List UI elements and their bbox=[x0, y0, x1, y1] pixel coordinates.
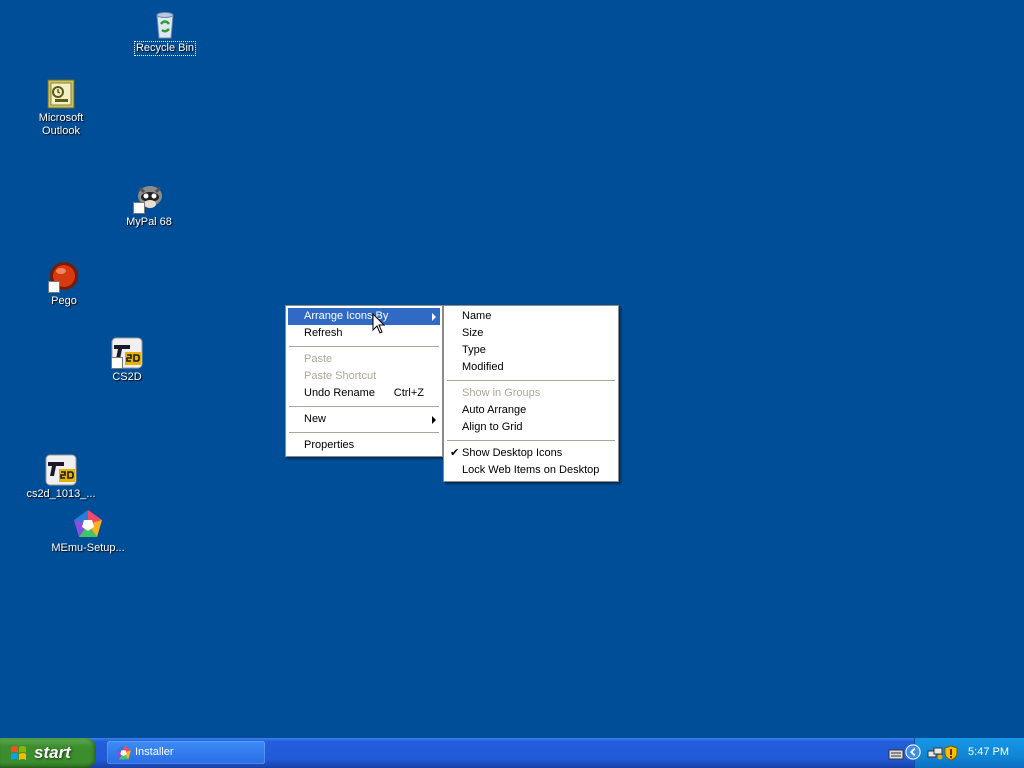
submenu-item-modified[interactable]: Modified bbox=[446, 359, 616, 376]
menu-item-label: Type bbox=[462, 344, 486, 356]
menu-separator bbox=[289, 406, 439, 407]
submenu-item-name[interactable]: Name bbox=[446, 308, 616, 325]
security-shield-icon[interactable] bbox=[943, 745, 959, 761]
menu-item-label: Show Desktop Icons bbox=[462, 447, 563, 459]
arrange-icons-submenu: Name Size Type Modified Show in Groups A… bbox=[443, 305, 619, 482]
menu-separator bbox=[447, 380, 615, 381]
checkmark-icon: ✔ bbox=[450, 447, 460, 459]
desktop-context-menu: Arrange Icons By Refresh Paste Paste Sho… bbox=[285, 305, 443, 457]
desktop-icon-label: MyPal 68 bbox=[126, 216, 172, 228]
keyboard-icon[interactable] bbox=[888, 746, 904, 762]
shortcut-arrow-icon bbox=[133, 202, 145, 214]
menu-item-undo-rename[interactable]: Undo Rename Ctrl+Z bbox=[288, 385, 440, 402]
desktop-icon-cs2d[interactable]: CS2D bbox=[89, 337, 165, 384]
memu-icon bbox=[72, 508, 104, 540]
taskbar-button-label: Installer bbox=[135, 746, 174, 758]
desktop-icon-label: Microsoft Outlook bbox=[38, 112, 84, 137]
desktop-icon-memu-setup[interactable]: MEmu-Setup... bbox=[50, 508, 126, 555]
menu-item-label: New bbox=[304, 413, 327, 425]
menu-item-shortcut: Ctrl+Z bbox=[393, 387, 424, 399]
submenu-item-size[interactable]: Size bbox=[446, 325, 616, 342]
desktop-icon-pego[interactable]: Pego bbox=[26, 261, 102, 308]
submenu-arrow-icon bbox=[432, 313, 436, 321]
menu-item-properties[interactable]: Properties bbox=[288, 437, 440, 454]
desktop-icon-label: MEmu-Setup... bbox=[51, 542, 125, 554]
menu-separator bbox=[289, 346, 439, 347]
desktop-icon-label: Recycle Bin bbox=[133, 41, 197, 56]
windows-logo-icon bbox=[11, 746, 26, 760]
desktop[interactable]: Recycle Bin Microsoft Outlook MyPal 68 P… bbox=[0, 0, 1024, 738]
submenu-item-lock-web-items[interactable]: Lock Web Items on Desktop bbox=[446, 462, 616, 479]
desktop-icon-cs2d-setup[interactable]: cs2d_1013_... bbox=[23, 454, 99, 501]
menu-item-label: Modified bbox=[462, 361, 504, 373]
expand-tray-icon[interactable] bbox=[905, 744, 921, 760]
start-button[interactable]: start bbox=[0, 738, 96, 768]
menu-item-label: Lock Web Items on Desktop bbox=[462, 464, 600, 476]
taskbar: start Installer 5:47 PM bbox=[0, 738, 1024, 768]
pego-icon bbox=[48, 261, 80, 293]
submenu-item-auto-arrange[interactable]: Auto Arrange bbox=[446, 402, 616, 419]
clock[interactable]: 5:47 PM bbox=[968, 746, 1009, 758]
mouse-cursor-icon bbox=[372, 313, 386, 334]
menu-item-label: Undo Rename bbox=[304, 387, 375, 399]
menu-item-label: Paste bbox=[304, 353, 333, 365]
desktop-icon-label: cs2d_1013_... bbox=[26, 488, 96, 500]
menu-item-paste: Paste bbox=[288, 351, 440, 368]
menu-item-label: Paste Shortcut bbox=[304, 370, 377, 382]
submenu-arrow-icon bbox=[432, 416, 436, 424]
submenu-item-align-to-grid[interactable]: Align to Grid bbox=[446, 419, 616, 436]
desktop-icon-label: CS2D bbox=[112, 371, 142, 383]
menu-item-label: Properties bbox=[304, 439, 355, 451]
system-tray: 5:47 PM bbox=[905, 738, 1024, 768]
menu-item-arrange-icons-by[interactable]: Arrange Icons By bbox=[288, 308, 440, 325]
submenu-item-show-desktop-icons[interactable]: ✔ Show Desktop Icons bbox=[446, 445, 616, 462]
shortcut-arrow-icon bbox=[48, 281, 60, 293]
menu-separator bbox=[289, 432, 439, 433]
mypal-icon bbox=[133, 182, 165, 214]
menu-item-label: Name bbox=[462, 310, 492, 322]
menu-separator bbox=[447, 440, 615, 441]
submenu-item-show-in-groups: Show in Groups bbox=[446, 385, 616, 402]
menu-item-label: Show in Groups bbox=[462, 387, 541, 399]
shortcut-arrow-icon bbox=[111, 357, 123, 369]
desktop-icon-recycle-bin[interactable]: Recycle Bin bbox=[127, 8, 203, 56]
network-icon[interactable] bbox=[927, 745, 943, 761]
start-label: start bbox=[34, 743, 71, 762]
menu-item-refresh[interactable]: Refresh bbox=[288, 325, 440, 342]
cs2d-icon bbox=[111, 337, 143, 369]
installer-icon bbox=[116, 745, 131, 760]
menu-item-paste-shortcut: Paste Shortcut bbox=[288, 368, 440, 385]
desktop-icon-label: Pego bbox=[51, 295, 77, 307]
cs2d-icon bbox=[45, 454, 77, 486]
menu-item-label: Size bbox=[462, 327, 484, 339]
menu-item-new[interactable]: New bbox=[288, 411, 440, 428]
menu-item-label: Refresh bbox=[304, 327, 343, 339]
submenu-item-type[interactable]: Type bbox=[446, 342, 616, 359]
recycle-bin-icon bbox=[149, 8, 181, 40]
outlook-icon bbox=[45, 78, 77, 110]
menu-item-label: Auto Arrange bbox=[462, 404, 527, 416]
taskbar-button-installer[interactable]: Installer bbox=[107, 741, 265, 764]
desktop-icon-outlook[interactable]: Microsoft Outlook bbox=[23, 78, 99, 138]
menu-item-label: Align to Grid bbox=[462, 421, 523, 433]
desktop-icon-mypal[interactable]: MyPal 68 bbox=[111, 182, 187, 229]
